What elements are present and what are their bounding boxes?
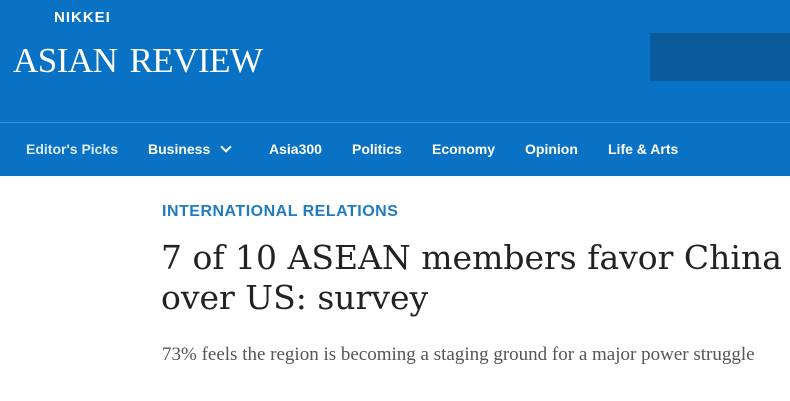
main-nav: Editor's Picks Business Asia300 Politics… xyxy=(0,122,790,176)
nav-item-label: Asia300 xyxy=(269,141,322,157)
article-subhead: 73% feels the region is becoming a stagi… xyxy=(162,344,755,365)
nav-item-politics[interactable]: Politics xyxy=(352,123,402,176)
nav-item-label: Business xyxy=(148,141,211,157)
nav-item-label: Editor's Picks xyxy=(26,141,119,157)
masthead: NIKKEI Asian Review xyxy=(0,0,790,122)
chevron-down-icon[interactable] xyxy=(220,141,232,153)
header-ad-slot xyxy=(650,33,790,81)
nav-item-label: Politics xyxy=(352,141,402,157)
nav-item-asia300[interactable]: Asia300 xyxy=(269,123,322,176)
nav-item-label: Opinion xyxy=(525,141,578,157)
article-headline: 7 of 10 ASEAN members favor China over U… xyxy=(161,238,782,317)
nav-item-economy[interactable]: Economy xyxy=(432,123,495,176)
nav-item-life-arts[interactable]: Life & Arts xyxy=(608,123,678,176)
nav-item-label: Economy xyxy=(432,141,496,157)
nav-item-editors-picks[interactable]: Editor's Picks xyxy=(26,123,118,176)
article-category-link[interactable]: INTERNATIONAL RELATIONS xyxy=(162,203,398,221)
logo-asian-review-text: Asian Review xyxy=(13,27,263,83)
nav-item-opinion[interactable]: Opinion xyxy=(525,123,578,176)
logo-nikkei-text: NIKKEI xyxy=(54,9,111,26)
nav-item-label: Life & Arts xyxy=(608,141,679,157)
nav-item-business[interactable]: Business xyxy=(148,123,232,176)
